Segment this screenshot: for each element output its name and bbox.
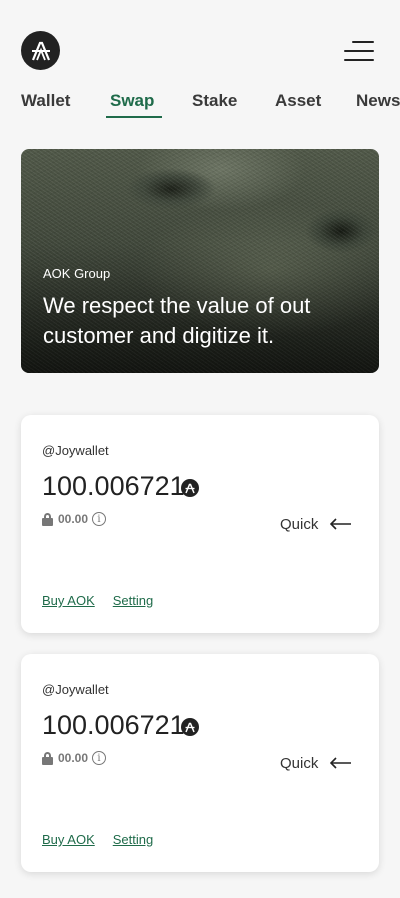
quick-label: Quick [280, 754, 319, 772]
tab-stake[interactable]: Stake [192, 91, 237, 111]
hero-eyebrow: AOK Group [43, 266, 111, 281]
locked-balance-row: 00.00 i [42, 511, 107, 527]
lock-icon [42, 751, 53, 765]
card-links: Buy AOK Setting [42, 593, 171, 608]
wallet-balance: 100.006721 [42, 471, 185, 501]
card-links: Buy AOK Setting [42, 832, 171, 847]
active-tab-indicator [106, 116, 162, 118]
wallet-balance: 100.006721 [42, 710, 185, 740]
tab-wallet[interactable]: Wallet [21, 91, 70, 111]
setting-link[interactable]: Setting [113, 593, 153, 608]
app-header [0, 0, 400, 80]
aok-coin-icon [181, 479, 199, 497]
lock-icon [42, 512, 53, 526]
wallet-card: @Joywallet 100.006721 00.00 i Quick Buy … [21, 415, 379, 633]
tab-news[interactable]: News [356, 91, 400, 111]
aok-coin-icon [181, 718, 199, 736]
setting-link[interactable]: Setting [113, 832, 153, 847]
quick-label: Quick [280, 515, 319, 533]
info-icon[interactable]: i [92, 512, 107, 526]
locked-amount: 00.00 [58, 512, 89, 526]
arrow-left-icon [330, 518, 352, 530]
tab-swap[interactable]: Swap [110, 91, 154, 111]
quick-button[interactable]: Quick [280, 513, 352, 535]
buy-aok-link[interactable]: Buy AOK [42, 832, 95, 847]
locked-balance-row: 00.00 i [42, 750, 107, 766]
nav-tabs: Wallet Swap Stake Asset News [0, 88, 400, 120]
arrow-left-icon [330, 757, 352, 769]
wallet-handle: @Joywallet [42, 443, 109, 458]
buy-aok-link[interactable]: Buy AOK [42, 593, 95, 608]
wallet-card: @Joywallet 100.006721 00.00 i Quick Buy … [21, 654, 379, 872]
tab-asset[interactable]: Asset [275, 91, 321, 111]
locked-amount: 00.00 [58, 751, 89, 765]
hero-banner: AOK Group We respect the value of out cu… [21, 149, 379, 373]
info-icon[interactable]: i [92, 751, 107, 765]
wallet-handle: @Joywallet [42, 682, 109, 697]
aok-logo-icon[interactable] [21, 31, 60, 70]
hamburger-menu-icon[interactable] [344, 40, 374, 62]
hero-headline: We respect the value of out customer and… [43, 293, 311, 348]
quick-button[interactable]: Quick [280, 752, 352, 774]
